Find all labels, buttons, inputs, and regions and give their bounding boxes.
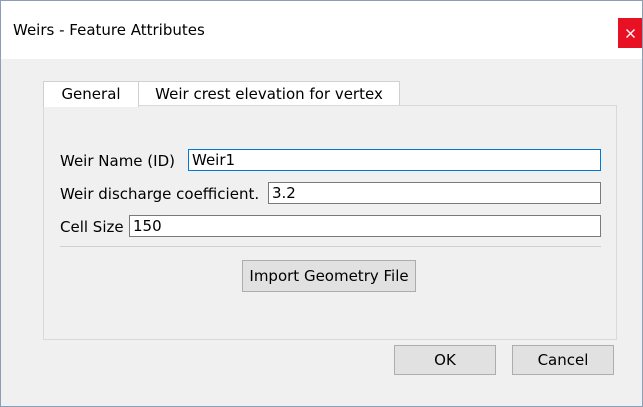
ok-button[interactable]: OK [394,345,496,375]
close-icon [625,28,635,38]
separator [60,246,601,247]
tab-weir-crest-elevation[interactable]: Weir crest elevation for vertex [138,81,400,106]
discharge-coefficient-input[interactable] [268,182,601,204]
feature-attributes-dialog: Weirs - Feature Attributes General Weir … [0,0,643,407]
cell-size-label: Cell Size [60,218,124,236]
weir-name-label: Weir Name (ID) [60,152,175,170]
import-geometry-file-button[interactable]: Import Geometry File [242,260,416,292]
tab-general[interactable]: General [43,81,139,107]
weir-name-input[interactable] [188,149,601,171]
close-button[interactable] [618,18,642,48]
title-bar[interactable]: Weirs - Feature Attributes [1,1,642,59]
cancel-button[interactable]: Cancel [512,345,614,375]
general-tab-panel: Weir Name (ID) Weir discharge coefficien… [43,105,617,340]
cell-size-input[interactable] [129,215,601,237]
window-title: Weirs - Feature Attributes [13,21,205,39]
discharge-coefficient-label: Weir discharge coefficient. [60,185,260,203]
